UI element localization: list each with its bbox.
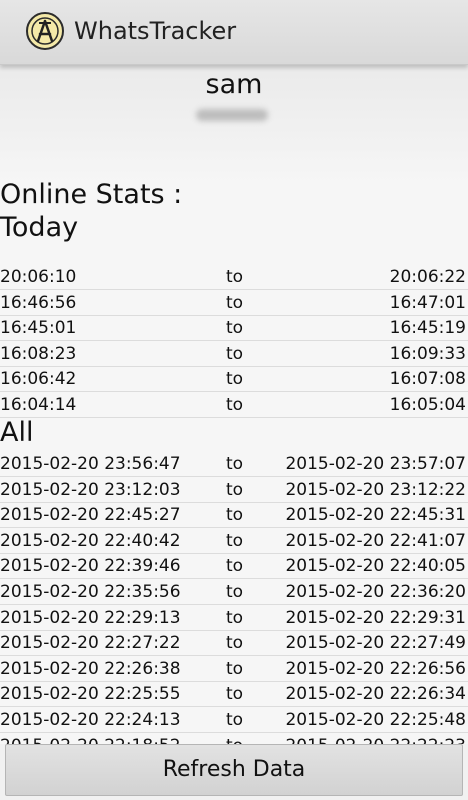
session-start-time: 2015-02-20 22:27:22: [0, 633, 181, 654]
session-row: 16:46:56 to 16:47:01: [0, 290, 468, 316]
session-to-label: to: [226, 684, 244, 705]
session-end-time: 2015-02-20 22:45:31: [285, 505, 466, 526]
redacted-phone-number: [196, 109, 268, 121]
session-to-label: to: [226, 479, 244, 500]
session-start-time: 2015-02-20 22:35:56: [0, 582, 181, 602]
session-row: 16:45:01 to 16:45:19: [0, 315, 468, 342]
session-start-time: 2015-02-20 23:12:03: [0, 479, 181, 500]
session-to-label: to: [226, 530, 244, 551]
today-heading: Today: [0, 212, 79, 243]
session-start-time: 16:06:42: [0, 369, 77, 390]
session-end-time: 2015-02-20 23:57:07: [285, 454, 466, 474]
session-row: 2015-02-20 23:56:47 to 2015-02-20 23:57:07: [0, 451, 468, 477]
session-row: 2015-02-20 22:18:52 to 2015-02-20 22:22:23: [0, 733, 468, 744]
session-start-time: 16:04:14: [0, 395, 77, 415]
session-row: 16:04:14 to 16:05:04: [0, 392, 468, 418]
session-row: 16:08:23 to 16:09:33: [0, 341, 468, 367]
session-row: 2015-02-20 22:45:27 to 2015-02-20 22:45:31: [0, 502, 468, 529]
all-heading: All: [0, 417, 34, 448]
session-to-label: to: [226, 292, 244, 313]
session-row: 2015-02-20 22:39:46 to 2015-02-20 22:40:05: [0, 553, 468, 580]
session-end-time: 16:09:33: [389, 343, 466, 364]
session-start-time: 16:46:56: [0, 292, 77, 313]
session-end-time: 2015-02-20 23:12:22: [285, 479, 466, 500]
session-end-time: 2015-02-20 22:22:23: [285, 736, 466, 744]
contact-name: sam: [205, 69, 263, 100]
session-to-label: to: [226, 267, 244, 287]
session-to-label: to: [226, 710, 244, 730]
online-stats-heading: Online Stats :: [0, 179, 183, 210]
session-end-time: 2015-02-20 22:26:34: [285, 684, 466, 705]
session-end-time: 2015-02-20 22:40:05: [285, 556, 466, 577]
session-end-time: 2015-02-20 22:29:31: [285, 607, 466, 628]
session-to-label: to: [226, 318, 244, 339]
session-end-time: 2015-02-20 22:36:20: [285, 582, 466, 602]
session-end-time: 16:05:04: [389, 395, 466, 415]
session-start-time: 2015-02-20 22:40:42: [0, 530, 181, 551]
session-start-time: 2015-02-20 22:39:46: [0, 556, 181, 577]
session-end-time: 16:07:08: [389, 369, 466, 390]
session-row: 2015-02-20 22:27:22 to 2015-02-20 22:27:49: [0, 630, 468, 657]
session-row: 2015-02-20 22:40:42 to 2015-02-20 22:41:07: [0, 528, 468, 554]
stats-scroll-view[interactable]: sam Online Stats : Today 20:06:10 to 20:06…: [0, 65, 468, 744]
session-end-time: 16:45:19: [389, 318, 466, 339]
session-start-time: 20:06:10: [0, 267, 77, 287]
session-start-time: 2015-02-20 22:18:52: [0, 736, 181, 744]
app-logo-icon[interactable]: [26, 12, 64, 50]
session-end-time: 2015-02-20 22:41:07: [285, 530, 466, 551]
bottom-bar: Refresh Data: [0, 744, 468, 800]
session-end-time: 20:06:22: [389, 267, 466, 287]
refresh-data-button[interactable]: Refresh Data: [5, 744, 463, 796]
session-start-time: 2015-02-20 23:56:47: [0, 454, 181, 474]
session-to-label: to: [226, 343, 244, 364]
session-start-time: 2015-02-20 22:45:27: [0, 505, 181, 526]
session-start-time: 2015-02-20 22:24:13: [0, 710, 181, 730]
session-row: 2015-02-20 22:35:56 to 2015-02-20 22:36:20: [0, 579, 468, 605]
session-row: 2015-02-20 22:25:55 to 2015-02-20 22:26:34: [0, 681, 468, 708]
session-to-label: to: [226, 505, 244, 526]
session-start-time: 2015-02-20 22:25:55: [0, 684, 181, 705]
session-row: 2015-02-20 22:26:38 to 2015-02-20 22:26:56: [0, 656, 468, 682]
session-end-time: 2015-02-20 22:27:49: [285, 633, 466, 654]
session-to-label: to: [226, 395, 244, 415]
session-row: 2015-02-20 22:29:13 to 2015-02-20 22:29:31: [0, 605, 468, 631]
session-to-label: to: [226, 736, 243, 744]
app-title: WhatsTracker: [74, 17, 237, 45]
session-start-time: 2015-02-20 22:26:38: [0, 658, 181, 679]
action-bar: WhatsTracker: [0, 0, 468, 65]
session-row: 16:06:42 to 16:07:08: [0, 366, 468, 393]
session-end-time: 2015-02-20 22:26:56: [285, 658, 466, 679]
session-to-label: to: [226, 556, 244, 577]
session-row: 2015-02-20 22:24:13 to 2015-02-20 22:25:48: [0, 707, 468, 733]
session-to-label: to: [226, 369, 244, 390]
session-to-label: to: [226, 454, 244, 474]
session-start-time: 16:45:01: [0, 318, 77, 339]
session-end-time: 2015-02-20 22:25:48: [285, 710, 466, 730]
session-row: 2015-02-20 23:12:03 to 2015-02-20 23:12:22: [0, 477, 468, 503]
session-start-time: 16:08:23: [0, 343, 77, 364]
session-to-label: to: [226, 582, 244, 602]
session-to-label: to: [226, 658, 244, 679]
session-to-label: to: [226, 607, 244, 628]
session-row: 20:06:10 to 20:06:22: [0, 264, 468, 290]
session-to-label: to: [226, 633, 244, 654]
session-start-time: 2015-02-20 22:29:13: [0, 607, 181, 628]
session-end-time: 16:47:01: [389, 292, 466, 313]
